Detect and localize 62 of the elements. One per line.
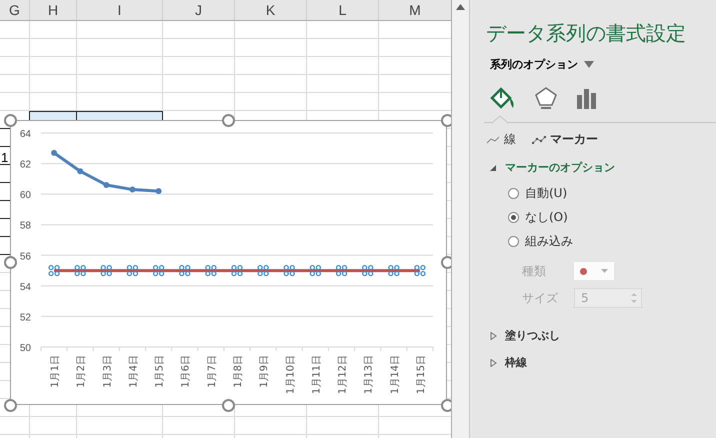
caret-icon	[584, 61, 594, 68]
point	[103, 182, 110, 188]
axis-label: 1月10日	[285, 355, 296, 394]
tab[interactable]: マーカー	[532, 131, 598, 148]
axis-label: 1月2日	[76, 355, 88, 388]
point	[129, 186, 136, 193]
axis-label: 60	[20, 190, 31, 202]
pentagon-icon[interactable]	[534, 86, 558, 110]
collapse-triangle-icon	[490, 164, 497, 172]
section-header[interactable]: 塗りつぶし	[490, 328, 716, 343]
axis-label: 1月6日	[180, 355, 192, 388]
scroll-up-icon[interactable]	[456, 4, 465, 10]
column-header[interactable]: G	[0, 0, 30, 21]
axis-label: 52	[20, 312, 31, 324]
point	[156, 188, 162, 194]
table-cell: 1	[1, 150, 8, 166]
chart-area[interactable]: 50 52 54 56 58 60 62 64 1月1日 1月2日 1月3日 1月4日 1月5日 1月6日 1月7日 1月8日 1月9日 1月10日 1月11日 1月12日 1月13日 1月14日 1月15日	[10, 120, 447, 405]
column-header[interactable]: L	[307, 0, 379, 21]
axis-label: 58	[20, 220, 31, 232]
axis-label: 1月3日	[102, 355, 114, 388]
paint-bucket-icon[interactable]	[490, 86, 516, 110]
spinner-arrows-icon	[631, 292, 637, 304]
section-header[interactable]: 枠線	[490, 355, 716, 370]
tab[interactable]: 線	[486, 131, 516, 148]
radio-button[interactable]: なし(O)	[508, 209, 716, 226]
marker-line-icon	[532, 136, 546, 144]
axis-label: 1月12日	[338, 355, 349, 394]
line-icon	[486, 136, 500, 144]
axis-label: 1月1日	[50, 355, 62, 388]
column-header[interactable]: K	[235, 0, 307, 21]
point	[77, 168, 84, 174]
caret-icon	[601, 269, 608, 273]
axis-label: 1月15日	[416, 355, 427, 394]
axis-label: 56	[20, 251, 31, 262]
expand-triangle-icon	[490, 332, 497, 340]
axis-label: 1月7日	[206, 355, 218, 388]
column-header[interactable]: H	[30, 0, 77, 21]
axis-label: 1月5日	[154, 355, 166, 388]
bar-chart-icon[interactable]	[576, 87, 598, 109]
axis-label: 64	[20, 129, 31, 140]
column-header[interactable]: J	[163, 0, 235, 21]
axis-label: 1月13日	[364, 355, 375, 394]
expand-triangle-icon	[490, 358, 497, 366]
field-label: サイズ	[522, 290, 559, 306]
options-dropdown[interactable]: 系列のオプション	[490, 57, 578, 72]
column-header[interactable]: M	[379, 0, 451, 21]
axis-label: 1月8日	[233, 355, 244, 388]
section-header[interactable]: マーカーのオプション	[490, 160, 716, 175]
axis-label: 1月4日	[128, 355, 140, 388]
axis-label: 1月14日	[390, 355, 401, 394]
axis-label: 1月9日	[259, 355, 270, 388]
field-label: 種類	[522, 262, 547, 280]
axis-label: 1月11日	[311, 355, 322, 394]
marker-type-dropdown[interactable]	[574, 262, 614, 280]
radio-button[interactable]: 組み込み	[508, 233, 716, 250]
point	[51, 150, 58, 156]
column-header[interactable]: I	[77, 0, 163, 21]
axis-label: 50	[20, 343, 31, 354]
axis-label: 54	[20, 282, 31, 293]
panel-title: データ系列の書式設定	[486, 20, 687, 47]
axis-label: 62	[20, 160, 31, 171]
radio-button[interactable]: 自動(U)	[508, 185, 716, 202]
